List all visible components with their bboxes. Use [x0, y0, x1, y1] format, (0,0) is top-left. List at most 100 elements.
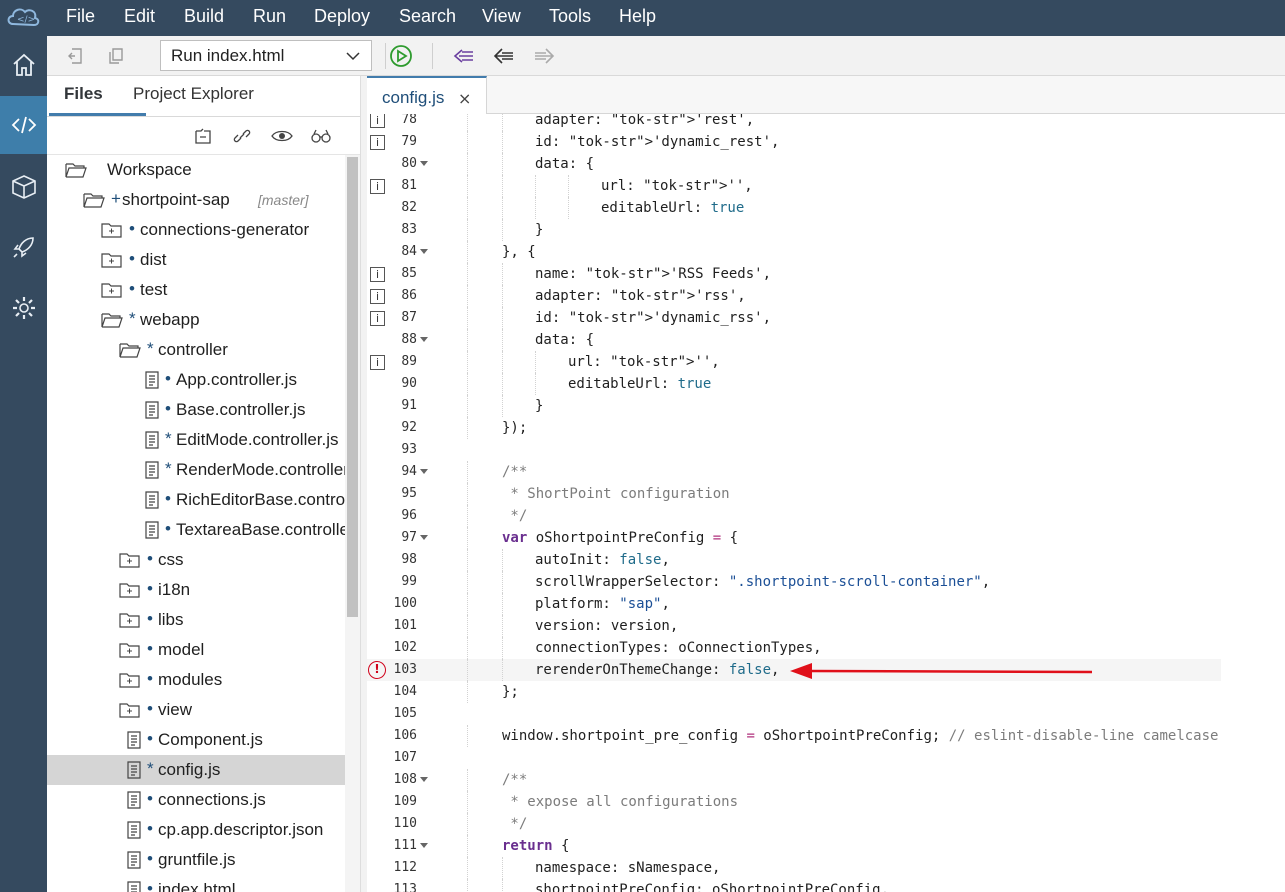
tree-item[interactable]: * controller	[47, 335, 345, 365]
code-line[interactable]: 84}, {	[367, 241, 1221, 263]
show-hidden-button[interactable]	[271, 126, 293, 146]
code-line[interactable]: 108 /**	[367, 769, 1221, 791]
tree-item[interactable]: • cp.app.descriptor.json	[47, 815, 345, 845]
tree-item[interactable]: • modules	[47, 665, 345, 695]
code-line[interactable]: 85 i name: "tok-str">'RSS Feeds',	[367, 263, 1221, 285]
menu-deploy[interactable]: Deploy	[314, 0, 370, 36]
tree-item[interactable]: • App.controller.js	[47, 365, 345, 395]
tree-item[interactable]: * webapp	[47, 305, 345, 335]
menu-tools[interactable]: Tools	[549, 0, 591, 36]
code-line[interactable]: 78 i adapter: "tok-str">'rest',	[367, 114, 1221, 131]
tree-item[interactable]: • test	[47, 275, 345, 305]
code-line[interactable]: 92});	[367, 417, 1221, 439]
code-line[interactable]: 91}	[367, 395, 1221, 417]
tree-item[interactable]: • gruntfile.js	[47, 845, 345, 875]
tree-scrollbar-thumb[interactable]	[347, 157, 358, 617]
tree-item[interactable]: • connections.js	[47, 785, 345, 815]
code-line[interactable]: 87 i id: "tok-str">'dynamic_rss',	[367, 307, 1221, 329]
info-annotation-icon[interactable]: i	[370, 311, 385, 326]
code-line[interactable]: 109 * expose all configurations	[367, 791, 1221, 813]
info-annotation-icon[interactable]: i	[370, 267, 385, 282]
tree-item[interactable]: Workspace	[47, 155, 345, 185]
code-line[interactable]: 82 editableUrl: true	[367, 197, 1221, 219]
tab-project-explorer[interactable]: Project Explorer	[133, 84, 254, 104]
code-line[interactable]: 101 version: version,	[367, 615, 1221, 637]
code-line[interactable]: 90 editableUrl: true	[367, 373, 1221, 395]
info-annotation-icon[interactable]: i	[370, 135, 385, 150]
run-button[interactable]	[389, 44, 413, 68]
nav-home[interactable]	[0, 36, 47, 94]
tab-files[interactable]: Files	[64, 84, 103, 104]
code-line[interactable]: 81 i url: "tok-str">'',	[367, 175, 1221, 197]
nav-deploy[interactable]	[0, 218, 47, 276]
fold-toggle-icon[interactable]	[420, 337, 428, 342]
code-line[interactable]: 110 */	[367, 813, 1221, 835]
code-line[interactable]: 96 */	[367, 505, 1221, 527]
code-line[interactable]: 102 connectionTypes: oConnectionTypes,	[367, 637, 1221, 659]
error-annotation-icon[interactable]: !	[368, 661, 386, 679]
info-annotation-icon[interactable]: i	[370, 179, 385, 194]
code-line[interactable]: 98 autoInit: false,	[367, 549, 1221, 571]
tree-item[interactable]: • i18n	[47, 575, 345, 605]
tree-item[interactable]: • Component.js	[47, 725, 345, 755]
tree-item[interactable]: * config.js	[47, 755, 345, 785]
tree-item[interactable]: + shortpoint-sap [master]	[47, 185, 345, 215]
redo-button[interactable]	[105, 44, 129, 68]
code-line[interactable]: 113 shortpointPreConfig: oShortpointPreCo…	[367, 879, 1221, 892]
undo-button[interactable]	[65, 44, 89, 68]
info-annotation-icon[interactable]: i	[370, 355, 385, 370]
link-editor-button[interactable]	[231, 126, 253, 146]
code-line[interactable]: 99 scrollWrapperSelector: ".shortpoint-sc…	[367, 571, 1221, 593]
collapse-all-button[interactable]	[192, 126, 214, 146]
fold-toggle-icon[interactable]	[420, 469, 428, 474]
nav-modules[interactable]	[0, 158, 47, 216]
code-line[interactable]: 89 i url: "tok-str">'',	[367, 351, 1221, 373]
code-line[interactable]: 105	[367, 703, 1221, 725]
tree-item[interactable]: • Base.controller.js	[47, 395, 345, 425]
code-line[interactable]: 103! rerenderOnThemeChange: false,	[367, 659, 1221, 681]
code-line[interactable]: 100 platform: "sap",	[367, 593, 1221, 615]
search-files-button[interactable]	[310, 126, 332, 146]
code-line[interactable]: 97 var oShortpointPreConfig = {	[367, 527, 1221, 549]
tree-item[interactable]: • css	[47, 545, 345, 575]
panel-splitter[interactable]	[360, 76, 367, 892]
nav-settings[interactable]	[0, 279, 47, 337]
code-area[interactable]: 78 i adapter: "tok-str">'rest', 79 i id: "tok…	[367, 114, 1285, 892]
code-line[interactable]: 86 i adapter: "tok-str">'rss',	[367, 285, 1221, 307]
tree-item[interactable]: *RenderMode.controller.js	[47, 455, 345, 485]
code-line[interactable]: 83}	[367, 219, 1221, 241]
menu-run[interactable]: Run	[253, 0, 286, 36]
code-line[interactable]: 93	[367, 439, 1221, 461]
tree-item[interactable]: * EditMode.controller.js	[47, 425, 345, 455]
code-line[interactable]: 80 data: {	[367, 153, 1221, 175]
menu-file[interactable]: File	[66, 0, 95, 36]
tree-item[interactable]: • dist	[47, 245, 345, 275]
last-edit-button[interactable]	[452, 44, 476, 68]
tree-item[interactable]: • libs	[47, 605, 345, 635]
code-line[interactable]: 106 window.shortpoint_pre_config = oShort…	[367, 725, 1221, 747]
fold-toggle-icon[interactable]	[420, 535, 428, 540]
code-line[interactable]: 79 i id: "tok-str">'dynamic_rest',	[367, 131, 1221, 153]
info-annotation-icon[interactable]: i	[370, 114, 385, 128]
fold-toggle-icon[interactable]	[420, 249, 428, 254]
tree-item[interactable]: • connections-generator	[47, 215, 345, 245]
run-configuration-select[interactable]: Run index.html	[160, 40, 372, 71]
code-line[interactable]: 104};	[367, 681, 1221, 703]
menu-build[interactable]: Build	[184, 0, 224, 36]
code-line[interactable]: 94 /**	[367, 461, 1221, 483]
tree-item[interactable]: • index.html	[47, 875, 345, 892]
menu-search[interactable]: Search	[399, 0, 456, 36]
tree-item[interactable]: • view	[47, 695, 345, 725]
close-icon[interactable]: ×	[458, 89, 471, 108]
fold-toggle-icon[interactable]	[420, 161, 428, 166]
tree-item[interactable]: • RichEditorBase.controller.js	[47, 485, 345, 515]
forward-button[interactable]	[532, 44, 556, 68]
fold-toggle-icon[interactable]	[420, 843, 428, 848]
tree-item[interactable]: • TextareaBase.controller.js	[47, 515, 345, 545]
code-line[interactable]: 95 * ShortPoint configuration	[367, 483, 1221, 505]
fold-toggle-icon[interactable]	[420, 777, 428, 782]
code-line[interactable]: 107	[367, 747, 1221, 769]
nav-development[interactable]	[0, 96, 47, 154]
menu-view[interactable]: View	[482, 0, 521, 36]
editor-tab-config-js[interactable]: config.js ×	[367, 76, 487, 114]
